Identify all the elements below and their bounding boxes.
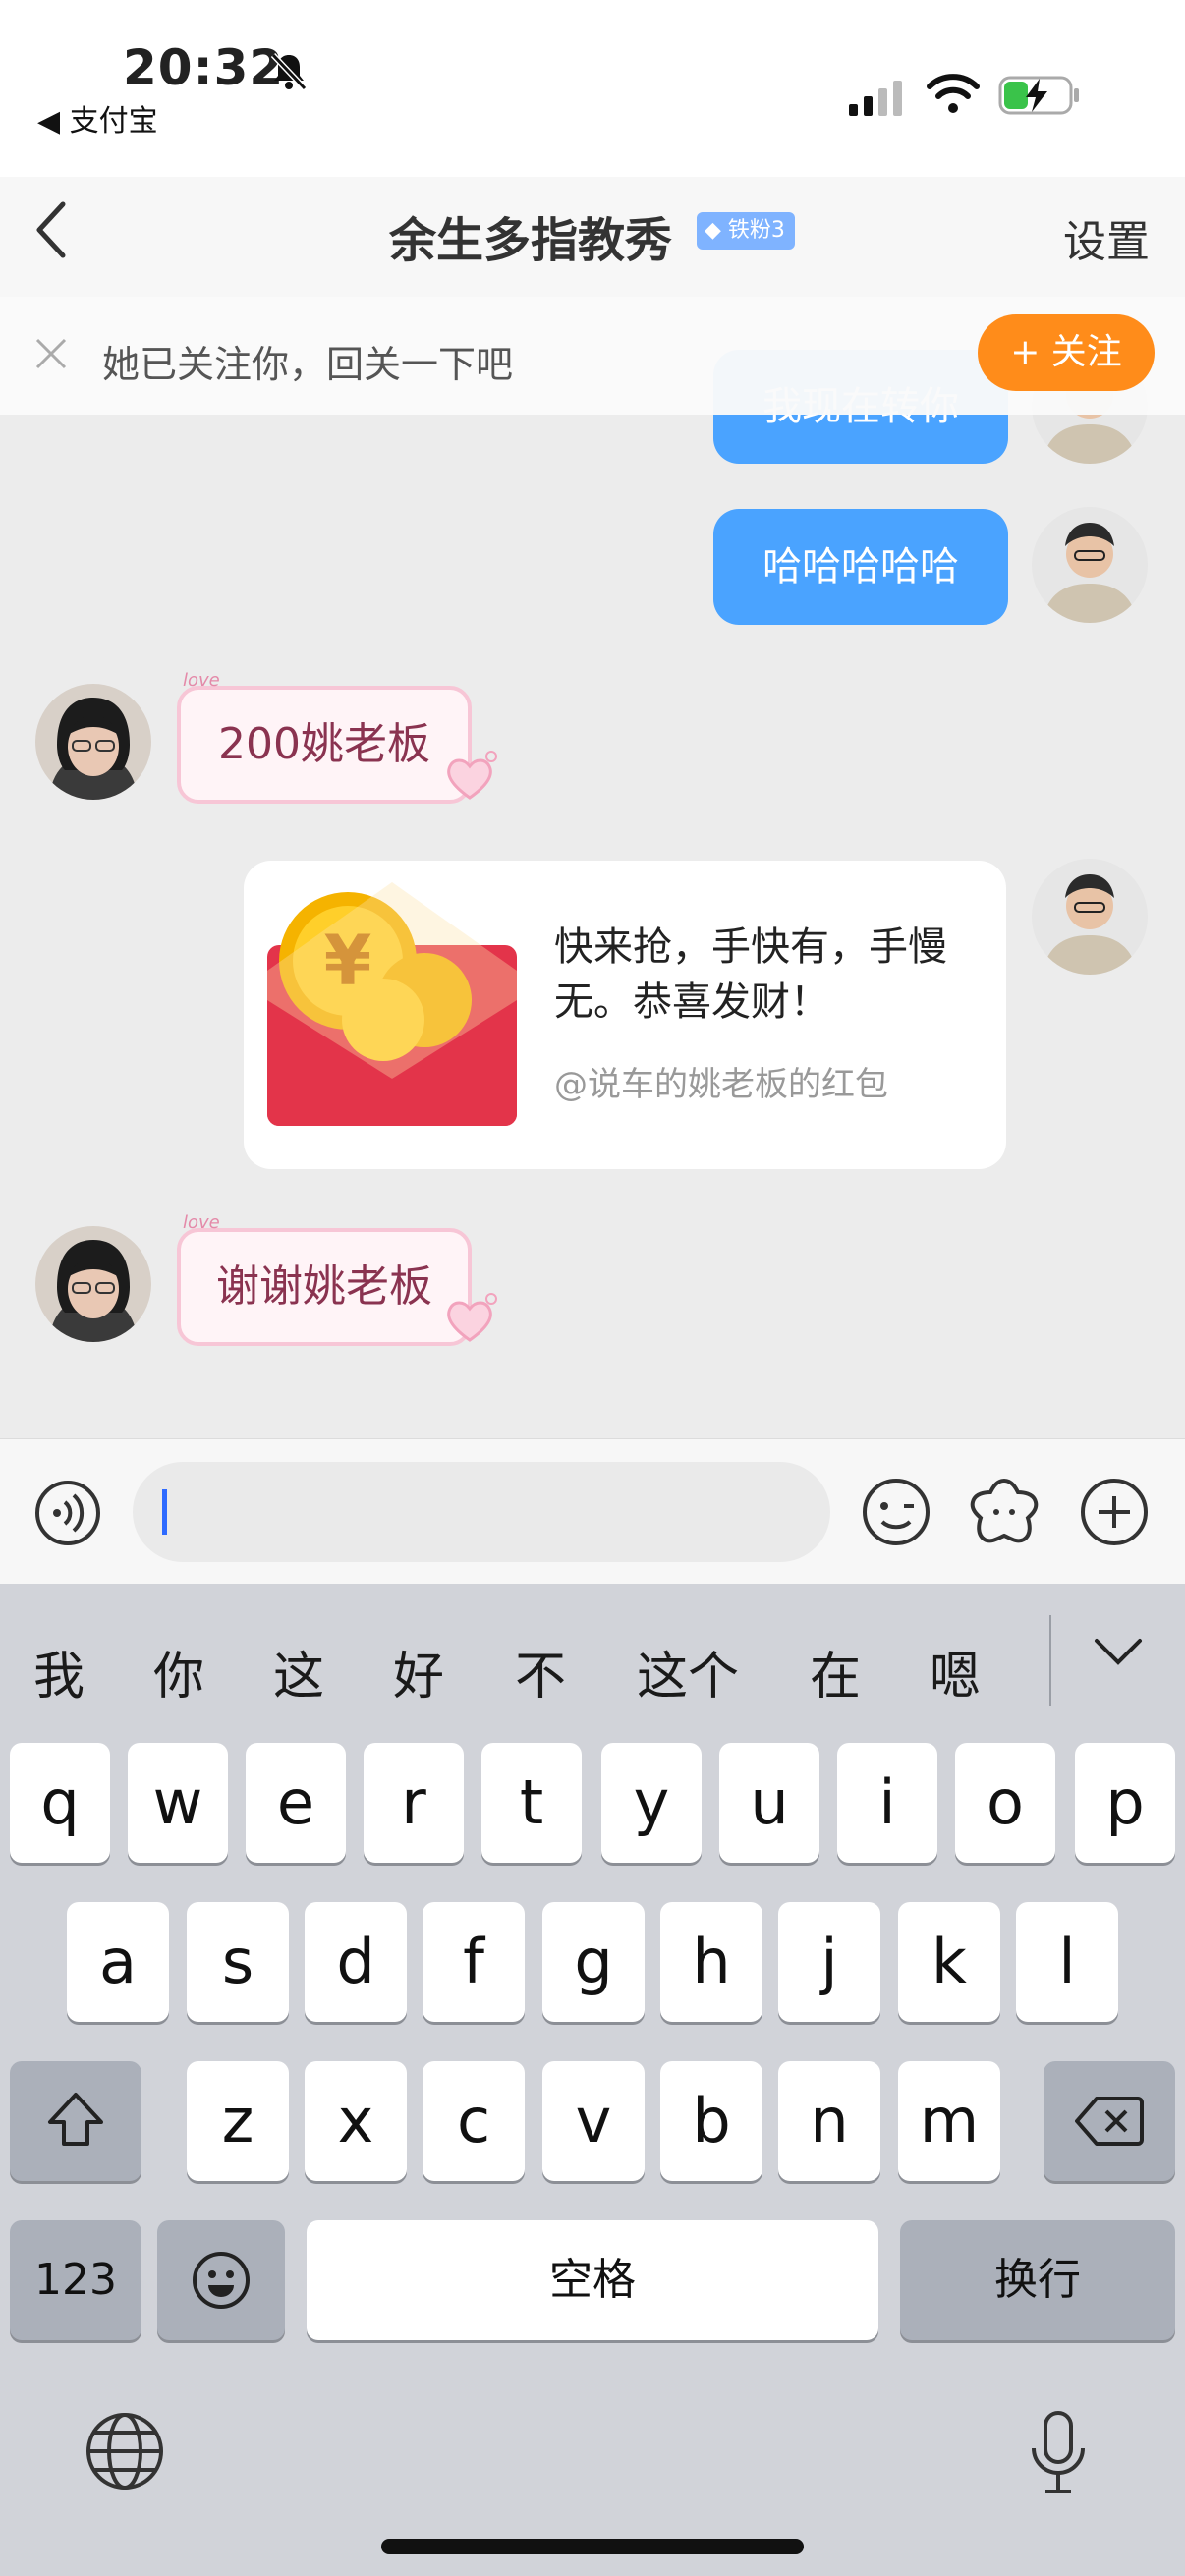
key-u[interactable]: u	[719, 1743, 819, 1863]
mute-icon	[267, 49, 310, 96]
wifi-icon	[926, 73, 981, 120]
status-bar: 20:32 ◀ 支付宝	[0, 0, 1185, 177]
key-a[interactable]: a	[67, 1902, 169, 2022]
key-w[interactable]: w	[128, 1743, 228, 1863]
key-i[interactable]: i	[837, 1743, 937, 1863]
numbers-key[interactable]: 123	[10, 2220, 141, 2340]
home-indicator	[381, 2539, 804, 2554]
sticker-tag: love	[183, 1212, 220, 1233]
shift-key[interactable]	[10, 2061, 141, 2181]
key-f[interactable]: f	[423, 1902, 525, 2022]
heart-icon	[440, 747, 499, 810]
candidate-word[interactable]: 在	[810, 1635, 861, 1708]
chat-title: 余生多指教秀	[389, 213, 673, 268]
keyboard-emoji-icon	[191, 2250, 252, 2315]
mic-icon[interactable]	[1026, 2409, 1091, 2501]
key-s[interactable]: s	[187, 1902, 289, 2022]
key-t[interactable]: t	[481, 1743, 582, 1863]
key-p[interactable]: p	[1075, 1743, 1175, 1863]
back-chevron-icon[interactable]	[33, 200, 69, 263]
key-j[interactable]: j	[778, 1902, 880, 2022]
message-bubble-outgoing[interactable]: 哈哈哈哈哈	[713, 509, 1008, 625]
follow-back-text: 她已关注你，回关一下吧	[102, 343, 514, 386]
shift-icon	[44, 2089, 107, 2157]
plus-icon[interactable]	[1079, 1477, 1150, 1551]
delete-icon	[1075, 2095, 1144, 2152]
key-z[interactable]: z	[187, 2061, 289, 2181]
battery-charging-icon	[998, 75, 1081, 120]
key-g[interactable]: g	[542, 1902, 645, 2022]
red-packet-card[interactable]: ¥ 快来抢，手快有，手慢无。恭喜发财！ @说车的姚老板的红包	[244, 861, 1006, 1169]
avatar-self[interactable]	[1032, 507, 1148, 623]
chevron-down-icon[interactable]	[1093, 1637, 1144, 1672]
candidate-word[interactable]: 嗯	[930, 1635, 981, 1708]
key-v[interactable]: v	[542, 2061, 645, 2181]
keyboard: 我 你 这 好 不 这个 在 嗯 q w e r t y u i o p a s…	[0, 1584, 1185, 2576]
key-h[interactable]: h	[660, 1902, 762, 2022]
keyboard-emoji-key[interactable]	[157, 2220, 285, 2340]
key-b[interactable]: b	[660, 2061, 762, 2181]
key-q[interactable]: q	[10, 1743, 110, 1863]
signal-icon	[849, 79, 908, 122]
key-x[interactable]: x	[305, 2061, 407, 2181]
follow-button[interactable]: + 关注	[978, 314, 1155, 391]
key-o[interactable]: o	[955, 1743, 1055, 1863]
voice-icon[interactable]	[33, 1479, 102, 1551]
key-y[interactable]: y	[601, 1743, 702, 1863]
key-l[interactable]: l	[1016, 1902, 1118, 2022]
candidate-word[interactable]: 这个	[637, 1635, 739, 1708]
fan-level-badge: ◆ 铁粉3	[697, 212, 795, 250]
key-k[interactable]: k	[898, 1902, 1000, 2022]
message-sticker-incoming[interactable]: 200姚老板	[177, 686, 472, 804]
key-r[interactable]: r	[364, 1743, 464, 1863]
red-packet-sender: @说车的姚老板的红包	[554, 1065, 888, 1104]
close-icon[interactable]	[33, 336, 69, 375]
message-sticker-incoming[interactable]: 谢谢姚老板	[177, 1228, 472, 1346]
avatar-self[interactable]	[1032, 859, 1148, 975]
key-c[interactable]: c	[423, 2061, 525, 2181]
chat-messages: 我现在转你 她已关注你，回关一下吧 + 关注 哈哈哈哈哈 200姚老板 love…	[0, 297, 1185, 1438]
candidate-word[interactable]: 不	[515, 1635, 566, 1708]
candidate-word[interactable]: 我	[33, 1635, 85, 1708]
avatar-contact[interactable]	[35, 684, 151, 800]
delete-key[interactable]	[1044, 2061, 1175, 2181]
red-packet-greeting: 快来抢，手快有，手慢无。恭喜发财！	[554, 924, 947, 1025]
emoji-icon[interactable]	[861, 1477, 931, 1551]
candidate-word[interactable]: 这	[273, 1635, 324, 1708]
return-key[interactable]: 换行	[900, 2220, 1175, 2340]
candidate-divider	[1049, 1615, 1051, 1706]
sticker-text: 谢谢姚老板	[216, 1261, 432, 1312]
candidate-word[interactable]: 好	[393, 1635, 444, 1708]
follow-back-banner: 她已关注你，回关一下吧 + 关注	[0, 297, 1185, 415]
space-key[interactable]: 空格	[307, 2220, 878, 2340]
key-d[interactable]: d	[305, 1902, 407, 2022]
status-time: 20:32	[123, 39, 285, 96]
red-packet-icon: ¥	[267, 882, 517, 1130]
key-e[interactable]: e	[246, 1743, 346, 1863]
message-input-bar	[0, 1438, 1185, 1585]
globe-icon[interactable]	[85, 2411, 165, 2495]
avatar-contact[interactable]	[35, 1226, 151, 1342]
diamond-icon: ◆	[705, 218, 728, 243]
sticker-text: 200姚老板	[218, 719, 430, 769]
key-m[interactable]: m	[898, 2061, 1000, 2181]
heart-icon	[440, 1289, 499, 1352]
settings-button[interactable]: 设置	[1063, 206, 1150, 269]
sticker-tag: love	[183, 670, 220, 691]
sticker-icon[interactable]	[967, 1475, 1042, 1553]
candidate-word[interactable]: 你	[153, 1635, 204, 1708]
key-n[interactable]: n	[778, 2061, 880, 2181]
text-caret	[162, 1489, 167, 1535]
back-to-app-link[interactable]: ◀ 支付宝	[37, 96, 158, 140]
message-input[interactable]	[133, 1462, 830, 1562]
